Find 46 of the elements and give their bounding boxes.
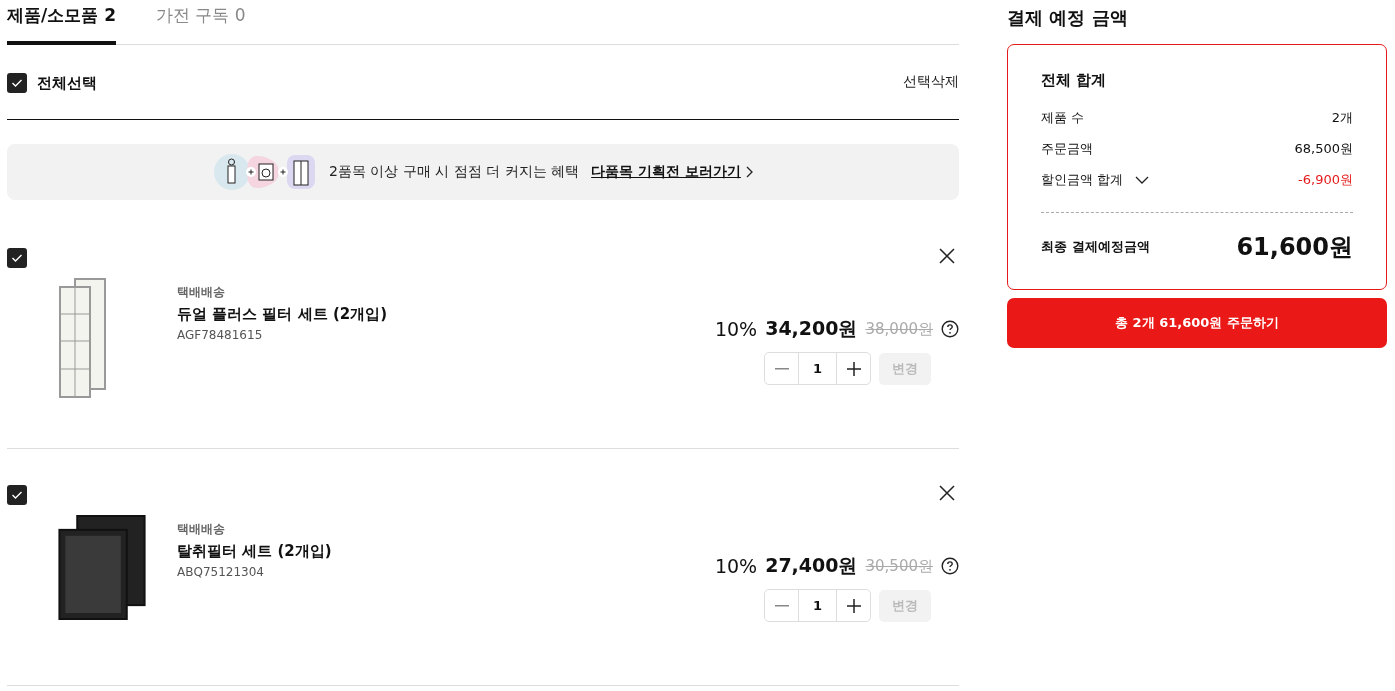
product-code: ABQ75121304 [177, 565, 265, 579]
sale-price: 27,400원 [765, 553, 858, 578]
final-amount: 61,600원 [1236, 232, 1353, 263]
summary-label: 주문금액 [1041, 139, 1093, 158]
select-all-label[interactable]: 전체선택 [37, 73, 97, 93]
discount-rate: 10% [714, 555, 758, 577]
sale-price: 34,200원 [765, 316, 858, 341]
order-button[interactable]: 총 2개 61,600원 주문하기 [1007, 298, 1387, 348]
summary-value: -6,900원 [1298, 170, 1353, 189]
check-icon [11, 78, 23, 88]
checkbox[interactable] [7, 485, 27, 505]
tab[interactable]: 제품/소모품 2 [7, 0, 116, 45]
checkbox[interactable] [7, 248, 27, 268]
delivery-label: 택배배송 [177, 521, 226, 538]
promo-text: 2품목 이상 구매 시 점점 더 커지는 혜택 [329, 163, 580, 181]
product-name[interactable]: 듀얼 플러스 필터 세트 (2개입) [177, 305, 715, 324]
help-icon[interactable] [941, 557, 959, 575]
help-icon[interactable] [941, 320, 959, 338]
final-amount-label: 최종 결제예정금액 [1041, 238, 1150, 256]
plus-icon [846, 598, 861, 613]
minus-icon [774, 367, 789, 370]
minus-icon [774, 604, 789, 607]
product-name[interactable]: 탈취필터 세트 (2개입) [177, 542, 715, 561]
discount-rate: 10% [714, 318, 758, 340]
summary-label: 할인금액 합계 [1041, 170, 1124, 189]
delete-selected-button[interactable]: 선택삭제 [903, 73, 959, 91]
chevron-right-icon [744, 166, 753, 178]
appliances-icon [213, 153, 318, 191]
product-code: AGF78481615 [177, 328, 264, 342]
check-icon [11, 253, 23, 263]
checkbox[interactable] [7, 73, 27, 93]
summary-value: 68,500원 [1294, 139, 1353, 158]
chevron-icon[interactable] [1135, 175, 1150, 184]
check-icon [11, 490, 23, 500]
plus-icon [846, 361, 861, 376]
summary-title: 결제 예정 금액 [1007, 6, 1129, 30]
delivery-label: 택배배송 [177, 284, 226, 301]
tab[interactable]: 가전 구독 0 [155, 0, 246, 45]
close-icon[interactable] [939, 248, 955, 264]
summary-value: 2개 [1331, 108, 1353, 127]
summary-label: 제품 수 [1041, 108, 1085, 127]
original-price: 30,500원 [865, 556, 933, 576]
original-price: 38,000원 [865, 319, 933, 339]
summary-subtitle: 전체 합계 [1041, 71, 1108, 90]
close-icon[interactable] [939, 485, 955, 501]
promo-link[interactable]: 다품목 기획전 보러가기 [591, 163, 753, 181]
